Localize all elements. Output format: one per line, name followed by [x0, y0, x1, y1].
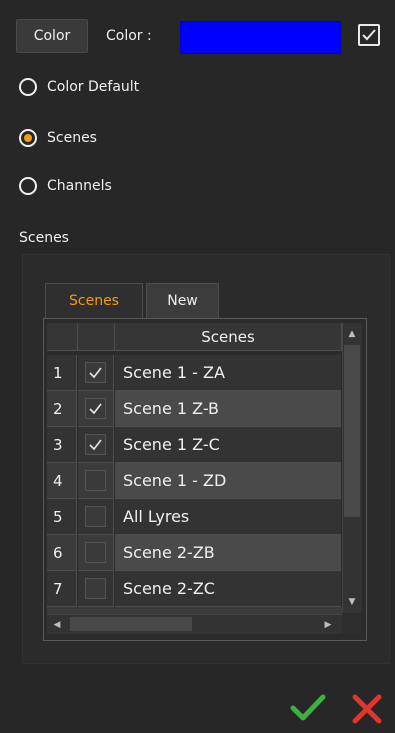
radio-channels[interactable]: Channels — [19, 177, 112, 195]
scrollbar-corner — [342, 614, 362, 634]
row-checkbox-cell — [78, 427, 114, 463]
row-number: 7 — [47, 571, 77, 607]
row-scene-name[interactable]: Scene 2-ZB — [115, 535, 341, 571]
radio-scenes[interactable]: Scenes — [19, 129, 97, 147]
table-row-partial — [47, 607, 342, 614]
color-label: Color : — [106, 28, 152, 44]
color-swatch[interactable] — [180, 21, 341, 54]
row-number: 2 — [47, 391, 77, 427]
color-button[interactable]: Color — [16, 19, 88, 53]
scroll-right-icon[interactable]: ▶ — [320, 616, 336, 634]
check-mark-icon — [290, 694, 326, 721]
header-num — [47, 323, 78, 351]
row-number: 4 — [47, 463, 77, 499]
scroll-up-icon[interactable]: ▲ — [344, 325, 360, 343]
row-checkbox[interactable] — [85, 506, 106, 527]
row-checkbox[interactable] — [85, 470, 106, 491]
row-number: 3 — [47, 427, 77, 463]
checkmark-icon — [89, 367, 102, 379]
scenes-section-label: Scenes — [19, 230, 69, 246]
row-checkbox[interactable] — [85, 398, 106, 419]
header-check — [78, 323, 115, 351]
radio-color-default[interactable]: Color Default — [19, 78, 139, 96]
row-number: 5 — [47, 499, 77, 535]
row-number: 6 — [47, 535, 77, 571]
row-checkbox[interactable] — [85, 434, 106, 455]
radio-label: Channels — [47, 178, 112, 194]
row-checkbox[interactable] — [85, 362, 106, 383]
row-checkbox-cell — [78, 535, 114, 571]
row-checkbox-cell — [78, 391, 114, 427]
horizontal-scroll-thumb[interactable] — [70, 617, 192, 631]
row-scene-name[interactable]: Scene 2-ZC — [115, 571, 341, 607]
row-scene-name[interactable]: All Lyres — [115, 499, 341, 535]
row-checkbox-cell — [78, 355, 114, 391]
vertical-scroll-thumb[interactable] — [344, 345, 360, 517]
enable-checkbox[interactable] — [358, 24, 380, 46]
row-scene-name[interactable]: Scene 1 Z-C — [115, 427, 341, 463]
row-checkbox[interactable] — [85, 578, 106, 599]
x-cross-icon — [352, 694, 382, 724]
cancel-button[interactable] — [352, 694, 382, 728]
tab-new[interactable]: New — [146, 283, 219, 318]
checkmark-icon — [89, 439, 102, 451]
row-scene-name[interactable]: Scene 1 - ZA — [115, 355, 341, 391]
checkmark-icon — [89, 403, 102, 415]
radio-label: Color Default — [47, 79, 140, 95]
scroll-left-icon[interactable]: ◀ — [49, 616, 65, 634]
header-scenes[interactable]: Scenes — [115, 323, 342, 351]
radio-label: Scenes — [47, 130, 97, 146]
row-checkbox[interactable] — [85, 542, 106, 563]
row-number: 1 — [47, 355, 77, 391]
row-checkbox-cell — [78, 571, 114, 607]
row-scene-name[interactable]: Scene 1 Z-B — [115, 391, 341, 427]
scroll-down-icon[interactable]: ▼ — [344, 593, 360, 611]
ok-button[interactable] — [290, 694, 326, 726]
radio-indicator — [19, 129, 37, 147]
row-scene-name[interactable]: Scene 1 - ZD — [115, 463, 341, 499]
radio-indicator — [19, 177, 37, 195]
row-checkbox-cell — [78, 499, 114, 535]
checkmark-icon — [362, 29, 376, 41]
row-checkbox-cell — [78, 463, 114, 499]
tab-scenes[interactable]: Scenes — [45, 283, 143, 318]
radio-indicator — [19, 78, 37, 96]
